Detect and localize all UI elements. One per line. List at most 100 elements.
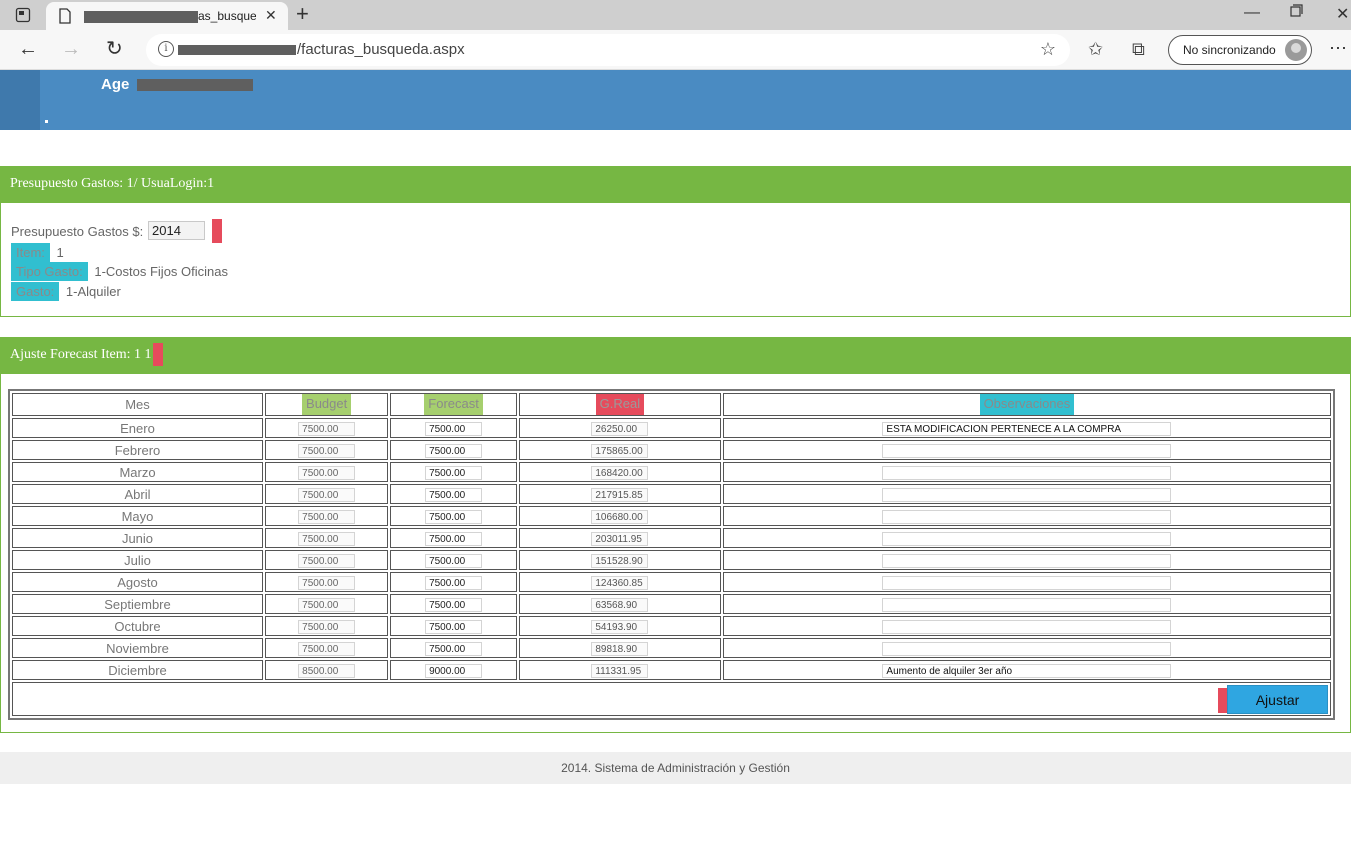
validation-marker [1218, 688, 1227, 713]
back-icon[interactable]: ← [18, 39, 38, 59]
forecast-value-input[interactable]: 7500.00 [425, 641, 483, 656]
budget-cell: 7500.00 [265, 594, 389, 614]
forecast-value-input[interactable]: 7500.00 [425, 487, 483, 502]
real-cell: 54193.90 [518, 616, 721, 636]
observaciones-input[interactable] [882, 575, 1172, 590]
forecast-value-input[interactable]: 7500.00 [425, 509, 483, 524]
forecast-cell: 7500.00 [390, 440, 517, 460]
forecast-cell: 7500.00 [390, 462, 517, 482]
observaciones-input[interactable] [882, 487, 1172, 502]
real-value-input[interactable]: 63568.90 [591, 597, 649, 612]
budget-year-input[interactable]: 2014 [148, 221, 205, 240]
budget-value-input[interactable]: 7500.00 [298, 443, 356, 458]
redacted-block [84, 11, 198, 23]
observaciones-input[interactable]: Aumento de alquiler 3er año [882, 663, 1172, 678]
forward-icon[interactable]: → [61, 39, 81, 59]
budget-value-input[interactable]: 7500.00 [298, 487, 356, 502]
observaciones-input[interactable] [882, 553, 1172, 568]
item-row: Item: 1 [11, 243, 64, 262]
observaciones-input[interactable] [882, 619, 1172, 634]
validation-marker [153, 343, 163, 366]
forecast-value-input[interactable]: 7500.00 [425, 465, 483, 480]
reload-icon[interactable]: ↻ [106, 39, 123, 59]
info-icon[interactable]: i [158, 41, 174, 57]
new-tab-icon[interactable]: + [296, 3, 309, 25]
action-cell: Ajustar [12, 682, 1331, 716]
observaciones-input[interactable] [882, 531, 1172, 546]
observaciones-input[interactable] [882, 509, 1172, 524]
table-row: Noviembre 7500.00 7500.00 89818.90 [12, 638, 1331, 658]
real-value-input[interactable]: 111331.95 [591, 663, 649, 678]
add-favorite-icon[interactable]: ☆ [1040, 39, 1056, 60]
profile-sync-button[interactable]: No sincronizando [1168, 35, 1312, 65]
close-tab-icon[interactable]: ✕ [265, 7, 277, 24]
forecast-panel-title: Ajuste Forecast Item: 1 1 [10, 347, 152, 362]
budget-cell: 7500.00 [265, 484, 389, 504]
forecast-value-input[interactable]: 7500.00 [425, 575, 483, 590]
table-row: Abril 7500.00 7500.00 217915.85 [12, 484, 1331, 504]
gasto-value: 1-Alquiler [65, 284, 121, 299]
collections-icon[interactable]: ⧉ [1132, 39, 1145, 60]
observaciones-input[interactable] [882, 443, 1172, 458]
obs-cell [722, 572, 1331, 592]
forecast-value-input[interactable]: 7500.00 [425, 421, 483, 436]
browser-tab[interactable]: as_busque ✕ [46, 2, 288, 30]
minimize-icon[interactable]: — [1244, 4, 1260, 22]
real-cell: 151528.90 [518, 550, 721, 570]
table-action-row: Ajustar [12, 682, 1331, 716]
month-cell: Agosto [12, 572, 263, 592]
budget-value-input[interactable]: 7500.00 [298, 421, 356, 436]
budget-value-input[interactable]: 7500.00 [298, 465, 356, 480]
col-header-forecast: Forecast [390, 393, 517, 416]
item-label: Item: [11, 243, 50, 262]
url-text: /facturas_busqueda.aspx [297, 41, 465, 58]
forecast-value-input[interactable]: 7500.00 [425, 531, 483, 546]
budget-value-input[interactable]: 7500.00 [298, 619, 356, 634]
observaciones-input[interactable] [882, 597, 1172, 612]
real-value-input[interactable]: 217915.85 [591, 487, 649, 502]
budget-value-input[interactable]: 7500.00 [298, 575, 356, 590]
close-window-icon[interactable]: ✕ [1336, 4, 1349, 24]
observaciones-input[interactable] [882, 465, 1172, 480]
forecast-value-input[interactable]: 7500.00 [425, 597, 483, 612]
real-value-input[interactable]: 203011.95 [591, 531, 649, 546]
real-value-input[interactable]: 26250.00 [591, 421, 649, 436]
budget-value-input[interactable]: 7500.00 [298, 531, 356, 546]
real-value-input[interactable]: 175865.00 [591, 443, 649, 458]
budget-cell: 7500.00 [265, 638, 389, 658]
real-value-input[interactable]: 168420.00 [591, 465, 649, 480]
budget-cell: 7500.00 [265, 462, 389, 482]
real-value-input[interactable]: 151528.90 [591, 553, 649, 568]
address-bar[interactable]: i /facturas_busqueda.aspx ☆ [146, 34, 1070, 66]
real-value-input[interactable]: 106680.00 [591, 509, 649, 524]
col-header-mes: Mes [12, 393, 263, 416]
month-cell: Noviembre [12, 638, 263, 658]
table-row: Febrero 7500.00 7500.00 175865.00 [12, 440, 1331, 460]
real-value-input[interactable]: 124360.85 [591, 575, 649, 590]
tab-actions-icon[interactable] [6, 4, 40, 26]
budget-value-input[interactable]: 7500.00 [298, 553, 356, 568]
forecast-value-input[interactable]: 7500.00 [425, 553, 483, 568]
budget-cell: 7500.00 [265, 550, 389, 570]
forecast-value-input[interactable]: 7500.00 [425, 619, 483, 634]
maximize-icon[interactable] [1290, 4, 1303, 22]
site-brand: Age [101, 76, 130, 93]
budget-value-input[interactable]: 7500.00 [298, 641, 356, 656]
month-cell: Febrero [12, 440, 263, 460]
forecast-value-input[interactable]: 9000.00 [425, 663, 483, 678]
observaciones-input[interactable] [882, 641, 1172, 656]
ajustar-button[interactable]: Ajustar [1227, 685, 1328, 714]
gasto-row: Gasto: 1-Alquiler [11, 282, 121, 301]
budget-value-input[interactable]: 7500.00 [298, 509, 356, 524]
favorites-icon[interactable]: ✩ [1088, 39, 1103, 60]
real-value-input[interactable]: 54193.90 [591, 619, 649, 634]
budget-value-input[interactable]: 8500.00 [298, 663, 356, 678]
col-header-observaciones: Observaciones [722, 393, 1331, 416]
real-cell: 217915.85 [518, 484, 721, 504]
observaciones-input[interactable]: ESTA MODIFICACION PERTENECE A LA COMPRA [882, 421, 1172, 436]
real-value-input[interactable]: 89818.90 [591, 641, 649, 656]
forecast-value-input[interactable]: 7500.00 [425, 443, 483, 458]
budget-value-input[interactable]: 7500.00 [298, 597, 356, 612]
real-cell: 63568.90 [518, 594, 721, 614]
more-options-icon[interactable]: ⋯ [1329, 38, 1347, 59]
